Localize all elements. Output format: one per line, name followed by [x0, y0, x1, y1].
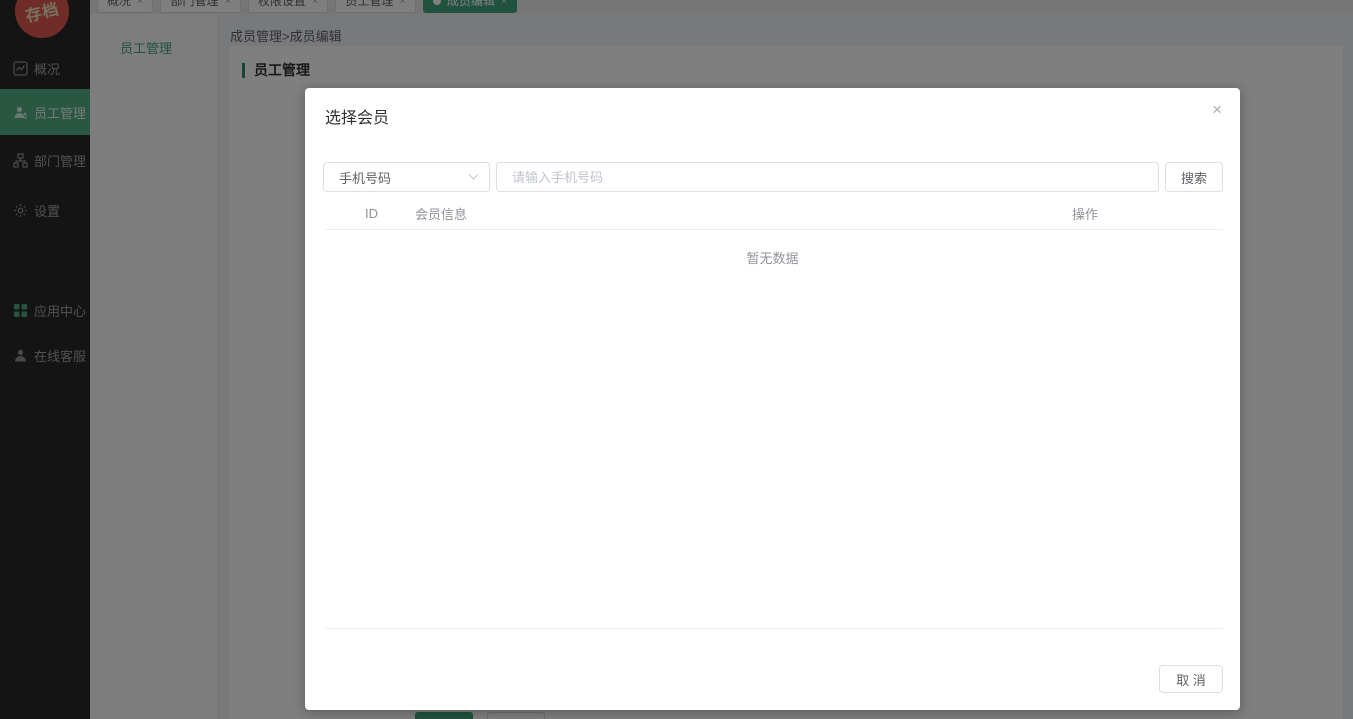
search-button[interactable]: 搜索	[1165, 162, 1223, 192]
select-member-dialog: 选择会员 × 手机号码 搜索 ID 会员信息 操作 暂无数据 取 消	[305, 88, 1240, 710]
cancel-button[interactable]: 取 消	[1159, 665, 1223, 693]
column-header-member-info: 会员信息	[415, 207, 468, 222]
column-header-actions: 操作	[1071, 207, 1098, 222]
search-input[interactable]	[496, 162, 1159, 192]
search-row: 手机号码 搜索	[323, 162, 1223, 192]
column-header-id: ID	[365, 206, 378, 221]
table-header: ID 会员信息 操作	[325, 198, 1223, 230]
dialog-title: 选择会员	[325, 110, 390, 127]
close-icon[interactable]: ×	[1212, 101, 1222, 118]
app-root: 存档 概况 员工管理	[0, 0, 1353, 719]
footer-divider	[325, 628, 1223, 629]
filter-select[interactable]: 手机号码	[323, 162, 490, 192]
filter-select-value: 手机号码	[339, 170, 392, 186]
empty-state-text: 暂无数据	[746, 251, 799, 266]
chevron-down-icon	[468, 169, 479, 180]
